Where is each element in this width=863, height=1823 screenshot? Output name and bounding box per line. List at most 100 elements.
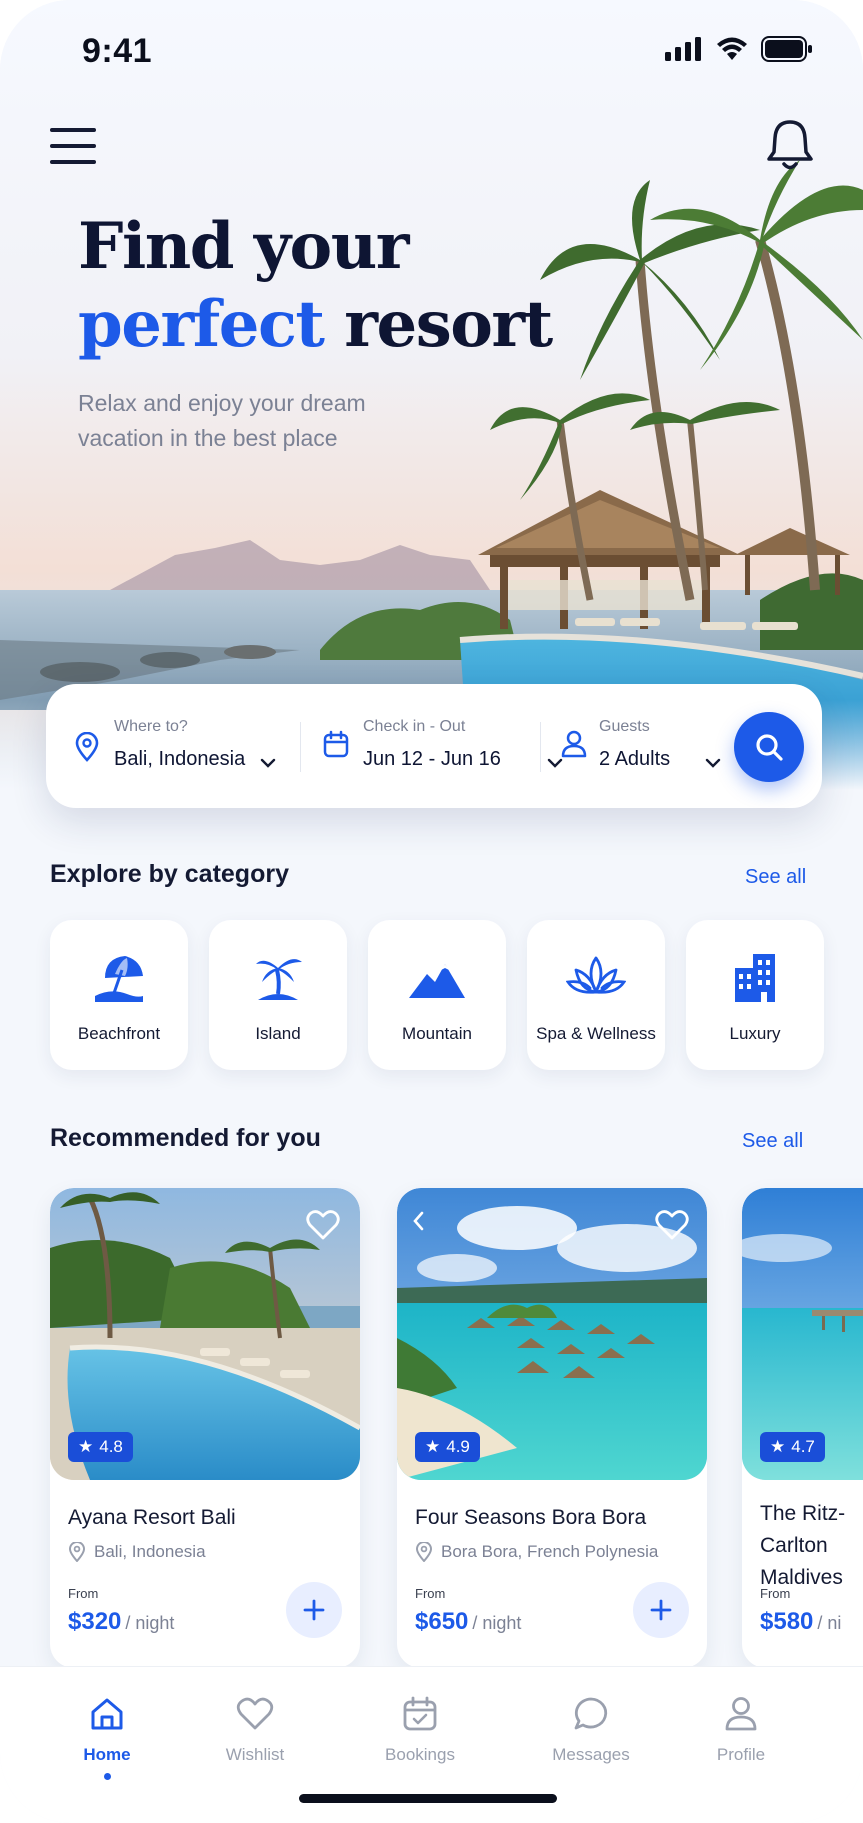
nav-label: Wishlist <box>225 1745 285 1764</box>
price-unit: / night <box>472 1613 522 1633</box>
category-mountain[interactable]: Mountain <box>368 920 506 1070</box>
destination-label: Where to? <box>114 718 188 735</box>
category-label: Luxury <box>729 1024 781 1043</box>
price-unit: / night <box>125 1613 175 1633</box>
hero-title-rest: resort <box>323 287 553 362</box>
calendar-icon <box>323 730 349 758</box>
rating-badge: ★ 4.7 <box>760 1432 825 1462</box>
resort-location-text: Bali, Indonesia <box>94 1542 206 1561</box>
price-from-label: From <box>415 1586 446 1601</box>
category-island[interactable]: Island <box>209 920 347 1070</box>
hero-title-accent: perfect <box>78 287 325 362</box>
lotus-icon <box>566 956 626 994</box>
heart-icon <box>236 1697 274 1730</box>
chat-icon <box>574 1697 608 1730</box>
nav-label: Messages <box>552 1745 630 1764</box>
resort-card[interactable]: ★ 4.8 Ayana Resort Bali Bali, Indonesia F… <box>50 1188 360 1668</box>
status-icons <box>665 36 813 62</box>
resort-card[interactable]: ★ 4.9 Four Seasons Bora Bora Bora Bora, F… <box>397 1188 707 1668</box>
notifications-button[interactable] <box>764 116 816 172</box>
menu-button[interactable] <box>48 124 100 168</box>
categories-title: Explore by category <box>50 860 289 888</box>
search-button[interactable] <box>734 712 804 782</box>
star-icon: ★ <box>425 1437 441 1456</box>
hero-title-line2: perfect resort <box>78 286 553 364</box>
category-label: Island <box>255 1024 301 1043</box>
heart-icon[interactable] <box>655 1210 689 1240</box>
destination-field[interactable]: Where to? Bali, Indonesia <box>46 684 300 808</box>
chevron-down-icon <box>260 758 276 768</box>
star-icon: ★ <box>78 1437 94 1456</box>
recommended-title: Recommended for you <box>50 1124 321 1152</box>
resort-price: $580/ ni <box>760 1608 841 1636</box>
nav-home[interactable]: Home <box>42 1693 172 1783</box>
guests-value: 2 Adults <box>599 748 671 770</box>
price-amount: $320 <box>68 1608 122 1635</box>
category-beachfront[interactable]: Beachfront <box>50 920 188 1070</box>
resort-name: Four Seasons Bora Bora <box>415 1506 647 1529</box>
plus-icon <box>650 1599 672 1621</box>
category-label: Mountain <box>402 1024 472 1043</box>
rating-badge: ★ 4.9 <box>415 1432 480 1462</box>
category-luxury[interactable]: Luxury <box>686 920 824 1070</box>
hero-title-line1: Find your <box>78 209 409 284</box>
resort-name: Ayana Resort Bali <box>68 1506 236 1529</box>
resort-card[interactable]: ★ 4.7 The Ritz-Carlton Maldives From $580… <box>742 1188 863 1668</box>
cellular-signal-icon <box>665 37 701 61</box>
nav-label: Profile <box>716 1745 766 1764</box>
guests-label: Guests <box>599 718 650 735</box>
search-card: Where to? Bali, Indonesia Check in - Out… <box>46 684 822 808</box>
battery-icon <box>761 36 812 62</box>
hamburger-menu-icon <box>50 128 96 164</box>
location-pin-icon <box>75 732 99 762</box>
building-icon <box>735 954 775 1002</box>
palm-island-icon <box>256 959 302 1000</box>
rating-value: 4.9 <box>446 1437 470 1456</box>
beach-umbrella-icon <box>95 956 143 1002</box>
categories-see-all-link[interactable]: See all <box>745 866 806 889</box>
heart-icon[interactable] <box>306 1210 340 1240</box>
resort-price: $320/ night <box>68 1608 174 1636</box>
price-unit: / ni <box>817 1613 842 1633</box>
user-icon <box>725 1697 757 1731</box>
dates-label: Check in - Out <box>363 718 466 735</box>
bell-icon <box>767 120 813 170</box>
chevron-left-icon[interactable] <box>411 1210 425 1232</box>
rating-value: 4.7 <box>791 1437 815 1456</box>
rating-value: 4.8 <box>99 1437 123 1456</box>
hero-subtitle: Relax and enjoy your dream vacation in t… <box>78 390 366 451</box>
guests-field[interactable]: Guests 2 Adults <box>541 684 721 808</box>
category-spa-wellness[interactable]: Spa & Wellness <box>527 920 665 1070</box>
recommended-see-all-link[interactable]: See all <box>742 1130 803 1153</box>
resort-location: Bora Bora, French Polynesia <box>415 1542 658 1562</box>
resort-location-text: Bora Bora, French Polynesia <box>441 1542 659 1561</box>
location-pin-icon <box>68 1542 86 1562</box>
mountain-icon <box>409 964 465 998</box>
app-screen: 9:41 Find your perfect resort Relax and … <box>0 0 863 1823</box>
rating-badge: ★ 4.8 <box>68 1432 133 1462</box>
nav-label: Home <box>83 1745 131 1764</box>
destination-value: Bali, Indonesia <box>114 748 246 770</box>
status-bar: 9:41 <box>0 0 863 100</box>
resort-location: Bali, Indonesia <box>68 1542 206 1562</box>
star-icon: ★ <box>770 1437 786 1456</box>
add-button[interactable] <box>633 1582 689 1638</box>
nav-bookings[interactable]: Bookings <box>355 1693 485 1783</box>
nav-wishlist[interactable]: Wishlist <box>190 1693 320 1783</box>
category-label: Spa & Wellness <box>536 1024 656 1043</box>
nav-messages[interactable]: Messages <box>526 1693 656 1783</box>
user-icon <box>561 730 587 758</box>
price-from-label: From <box>760 1586 791 1601</box>
wifi-icon <box>717 37 747 60</box>
location-pin-icon <box>415 1542 433 1562</box>
home-icon <box>91 1698 123 1730</box>
nav-label: Bookings <box>385 1745 455 1764</box>
dates-field[interactable]: Check in - Out Jun 12 - Jun 16 <box>301 684 563 808</box>
add-button[interactable] <box>286 1582 342 1638</box>
active-indicator <box>104 1773 111 1780</box>
nav-profile[interactable]: Profile <box>676 1693 806 1783</box>
hero-title: Find your perfect resort <box>78 208 553 364</box>
plus-icon <box>303 1599 325 1621</box>
resort-price: $650/ night <box>415 1608 521 1636</box>
price-amount: $650 <box>415 1608 469 1635</box>
